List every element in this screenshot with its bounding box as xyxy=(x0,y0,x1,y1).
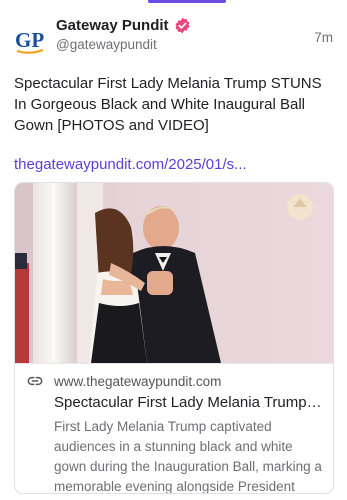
svg-text:GP: GP xyxy=(15,28,44,52)
post-header: GP Gateway Pundit @gatewaypundit 7m xyxy=(14,14,334,55)
display-name[interactable]: Gateway Pundit xyxy=(56,17,169,34)
link-chain-icon xyxy=(27,373,43,389)
post-time: 7m xyxy=(314,30,333,45)
card-domain-row: www.thegatewaypundit.com xyxy=(27,371,333,391)
link-preview-card[interactable]: www.thegatewaypundit.com Spectacular Fir… xyxy=(14,182,334,494)
avatar[interactable]: GP xyxy=(14,23,46,55)
verified-badge-icon xyxy=(174,17,191,34)
ball-photo-image xyxy=(15,183,333,363)
post-link[interactable]: thegatewaypundit.com/2025/01/s... xyxy=(14,154,334,175)
gateway-pundit-logo-icon: GP xyxy=(15,28,44,54)
card-body: www.thegatewaypundit.com Spectacular Fir… xyxy=(15,371,333,494)
card-description: First Lady Melania Trump captivated audi… xyxy=(54,419,322,494)
author-names: Gateway Pundit @gatewaypundit xyxy=(56,14,314,52)
post-text: Spectacular First Lady Melania Trump STU… xyxy=(14,75,322,134)
card-title[interactable]: Spectacular First Lady Melania Trump STU… xyxy=(54,393,324,413)
card-domain: www.thegatewaypundit.com xyxy=(54,373,222,389)
handle[interactable]: @gatewaypundit xyxy=(56,37,314,52)
active-tab-indicator xyxy=(148,0,226,3)
name-row: Gateway Pundit xyxy=(56,14,314,36)
post-screen: GP Gateway Pundit @gatewaypundit 7m Spec… xyxy=(0,0,347,500)
card-image[interactable] xyxy=(15,183,333,364)
post[interactable]: GP Gateway Pundit @gatewaypundit 7m Spec… xyxy=(14,14,334,175)
